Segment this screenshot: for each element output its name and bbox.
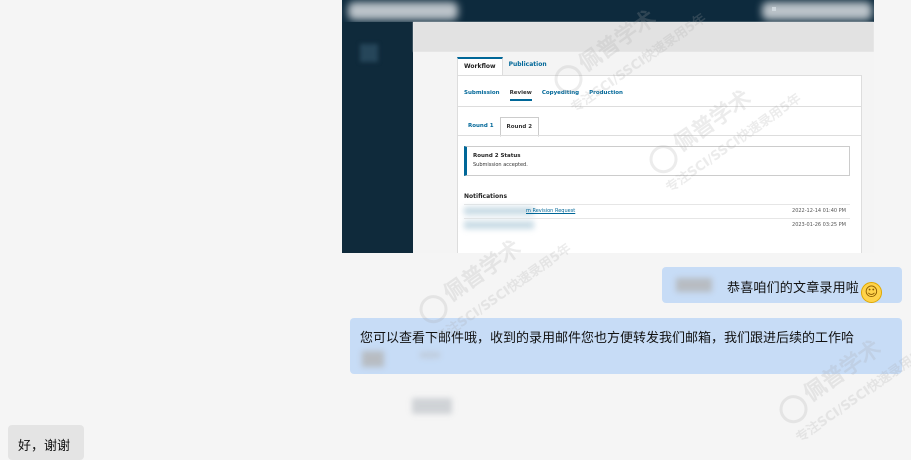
blurred-text xyxy=(362,351,384,367)
screenshot-sidebar xyxy=(342,22,413,253)
tab-copyediting: Copyediting xyxy=(541,90,580,96)
watermark-logo-icon xyxy=(773,389,813,429)
notification-row: m Revision Request 2022-12-14 01:40 PM xyxy=(464,204,850,217)
blurred-header-left xyxy=(348,2,458,20)
divider xyxy=(458,106,861,107)
tab-publication: Publication xyxy=(508,61,547,68)
screenshot-header-bar xyxy=(342,0,874,22)
message-bubble-received[interactable]: 好，谢谢 xyxy=(8,425,84,460)
message-bubble-sent[interactable]: 恭喜咱们的文章录用啦 ☺ xyxy=(662,267,902,303)
message-text: 恭喜咱们的文章录用啦 xyxy=(727,281,860,296)
blurred-notification-text xyxy=(464,207,534,215)
workflow-panel: Submission Review Copyediting Production… xyxy=(457,75,862,253)
smile-emoji-icon: ☺ xyxy=(861,282,883,303)
notification-date: 2022-12-14 01:40 PM xyxy=(792,208,846,214)
blurred-notification-text xyxy=(464,221,534,229)
tab-workflow: Workflow xyxy=(457,57,503,76)
blurred-text xyxy=(420,352,440,358)
divider xyxy=(458,135,861,136)
message-text: 您可以查看下邮件哦，收到的录用邮件您也方便转发我们邮箱，我们跟进后续的工作哈 xyxy=(360,331,855,346)
blurred-name xyxy=(676,278,712,292)
round-status-box: Round 2 Status Submission accepted. xyxy=(464,146,850,176)
status-text: Submission accepted. xyxy=(473,162,528,168)
tab-submission: Submission xyxy=(464,90,500,96)
header-dot xyxy=(772,7,776,11)
notification-link: m Revision Request xyxy=(526,208,576,214)
shared-screenshot-image[interactable]: Workflow Publication Submission Review C… xyxy=(342,0,874,253)
notification-date: 2023-01-26 03:25 PM xyxy=(792,222,846,228)
blurred-sidebar-block xyxy=(360,44,378,62)
notification-row: 2023-01-26 03:25 PM xyxy=(464,218,850,231)
message-text: 好，谢谢 xyxy=(18,439,71,454)
notifications-heading: Notifications xyxy=(464,193,508,200)
screenshot-title-bar xyxy=(413,22,874,52)
screenshot-main: Workflow Publication Submission Review C… xyxy=(413,52,874,253)
tab-round-1: Round 1 xyxy=(468,123,494,129)
tab-round-2: Round 2 xyxy=(499,117,540,137)
blurred-header-right xyxy=(762,2,872,20)
tab-review: Review xyxy=(509,90,532,101)
blurred-timestamp xyxy=(412,398,452,414)
message-bubble-sent[interactable]: 您可以查看下邮件哦，收到的录用邮件您也方便转发我们邮箱，我们跟进后续的工作哈 xyxy=(350,318,902,374)
tab-production: Production xyxy=(589,90,623,96)
status-title: Round 2 Status xyxy=(473,153,521,159)
